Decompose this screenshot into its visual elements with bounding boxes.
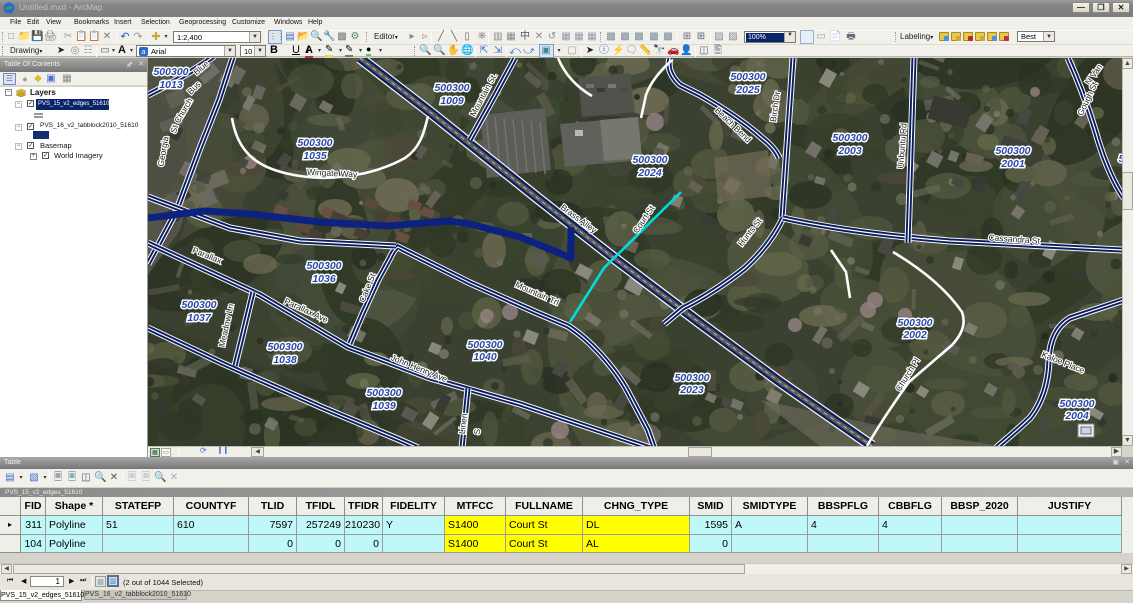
svg-text:2002: 2002 <box>902 329 927 341</box>
svg-text:500300: 500300 <box>995 145 1030 157</box>
svg-text:500300: 500300 <box>434 82 469 94</box>
svg-text:2001: 2001 <box>1000 158 1025 170</box>
svg-text:500300: 500300 <box>306 260 341 272</box>
svg-text:500300: 500300 <box>1059 398 1094 410</box>
svg-text:1009: 1009 <box>440 95 464 107</box>
svg-text:1013: 1013 <box>159 79 183 91</box>
svg-text:500300: 500300 <box>730 71 765 83</box>
svg-text:1040: 1040 <box>473 351 497 363</box>
svg-text:1036: 1036 <box>312 273 336 285</box>
svg-text:500300: 500300 <box>674 372 709 384</box>
svg-text:1035: 1035 <box>303 150 327 162</box>
svg-text:500300: 500300 <box>632 154 667 166</box>
svg-text:500300: 500300 <box>467 339 502 351</box>
svg-text:500300: 500300 <box>366 387 401 399</box>
svg-text:1039: 1039 <box>372 400 396 412</box>
svg-text:2003: 2003 <box>837 145 862 157</box>
svg-text:2025: 2025 <box>735 84 760 96</box>
svg-text:500300: 500300 <box>153 66 188 78</box>
svg-text:1037: 1037 <box>187 312 212 324</box>
svg-text:500300: 500300 <box>832 132 867 144</box>
svg-text:500300: 500300 <box>897 317 932 329</box>
svg-text:500300: 500300 <box>181 299 216 311</box>
svg-text:2023: 2023 <box>679 384 704 396</box>
svg-text:500300: 500300 <box>297 137 332 149</box>
svg-text:500300: 500300 <box>267 341 302 353</box>
svg-text:1038: 1038 <box>273 354 297 366</box>
svg-text:2024: 2024 <box>637 167 662 179</box>
svg-text:2004: 2004 <box>1064 410 1089 422</box>
